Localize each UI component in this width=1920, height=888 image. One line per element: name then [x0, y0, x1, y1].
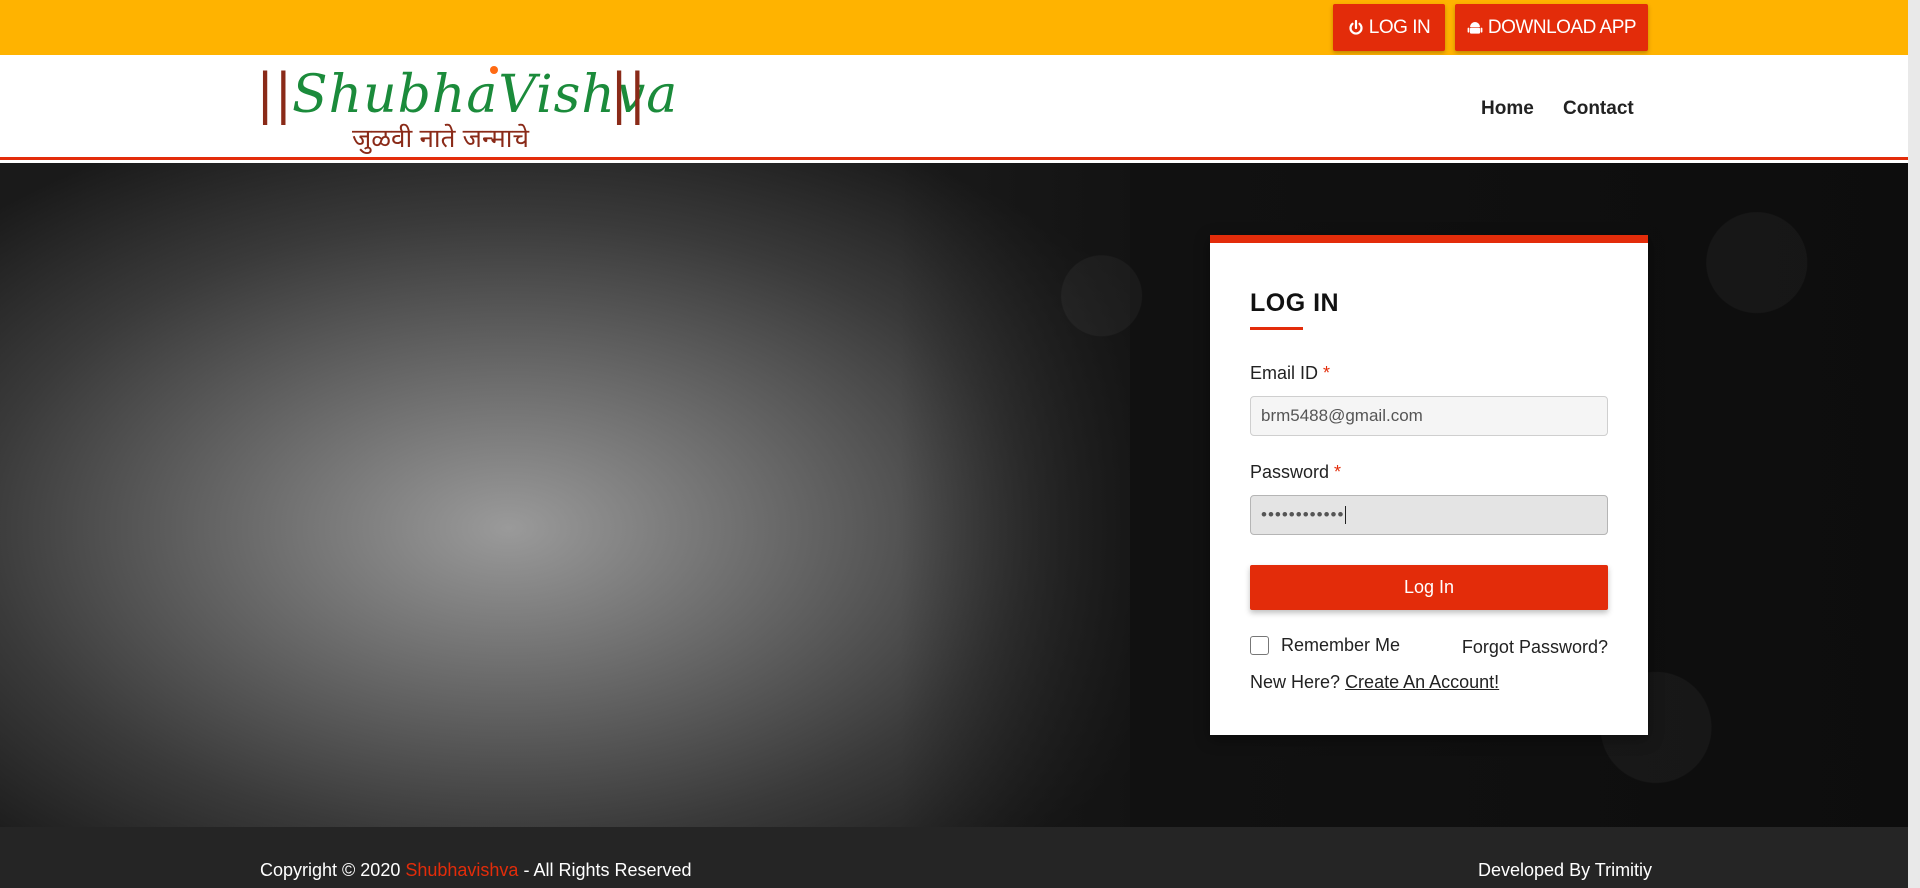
download-app-button[interactable]: DOWNLOAD APP — [1455, 4, 1648, 51]
email-label: Email ID * — [1250, 363, 1330, 384]
copyright: Copyright © 2020 Shubhavishva - All Righ… — [260, 860, 692, 881]
footer-brand-link[interactable]: Shubhavishva — [405, 860, 518, 880]
new-here-row: New Here? Create An Account! — [1250, 672, 1499, 693]
password-label: Password * — [1250, 462, 1341, 483]
developed-by: Developed By Trimitiy — [1478, 860, 1653, 880]
page-scrollbar[interactable] — [1908, 0, 1920, 888]
login-card: LOG IN Email ID * brm5488@gmail.com Pass… — [1210, 235, 1648, 735]
password-field[interactable]: •••••••••••• — [1250, 495, 1608, 535]
remember-me-label[interactable]: Remember Me — [1281, 635, 1400, 656]
title-underline — [1250, 327, 1303, 330]
create-account-link[interactable]: Create An Account! — [1345, 672, 1499, 692]
remember-me-checkbox[interactable] — [1250, 636, 1269, 655]
nav-home[interactable]: Home — [1481, 98, 1534, 120]
copyright-prefix: Copyright © 2020 — [260, 860, 401, 880]
password-value: •••••••••••• — [1261, 505, 1345, 524]
required-mark: * — [1323, 363, 1331, 383]
password-label-text: Password — [1250, 462, 1330, 482]
top-login-button[interactable]: LOG IN — [1333, 4, 1445, 51]
email-value: brm5488@gmail.com — [1261, 406, 1423, 425]
top-login-label: LOG IN — [1368, 16, 1431, 38]
header: || ShubhaVishva || जुळवी नाते जन्माचे Ho… — [0, 55, 1908, 160]
forgot-password-link[interactable]: Forgot Password? — [1462, 637, 1608, 658]
power-icon — [1349, 19, 1363, 35]
top-bar: LOG IN DOWNLOAD APP — [0, 0, 1908, 55]
login-title: LOG IN — [1250, 289, 1340, 317]
nav-contact[interactable]: Contact — [1563, 98, 1634, 120]
android-icon — [1467, 21, 1483, 34]
required-mark: * — [1334, 462, 1342, 482]
login-submit-button[interactable]: Log In — [1250, 565, 1608, 610]
remember-me: Remember Me — [1250, 635, 1400, 656]
copyright-suffix: - All Rights Reserved — [523, 860, 692, 880]
text-cursor — [1345, 506, 1347, 524]
logo-dot — [490, 66, 498, 74]
footer: Copyright © 2020 Shubhavishva - All Righ… — [0, 827, 1908, 888]
email-field[interactable]: brm5488@gmail.com — [1250, 396, 1608, 436]
email-label-text: Email ID — [1250, 363, 1319, 383]
site-logo[interactable]: || ShubhaVishva || जुळवी नाते जन्माचे — [256, 62, 677, 155]
page: LOG IN DOWNLOAD APP || ShubhaVishva || ज… — [0, 0, 1920, 888]
logo-bars-right: || — [610, 62, 647, 125]
logo-tagline: जुळवी नाते जन्माचे — [352, 123, 530, 153]
logo-bars-left: || — [256, 62, 293, 125]
download-app-label: DOWNLOAD APP — [1487, 16, 1637, 38]
new-here-text: New Here? — [1250, 672, 1341, 692]
